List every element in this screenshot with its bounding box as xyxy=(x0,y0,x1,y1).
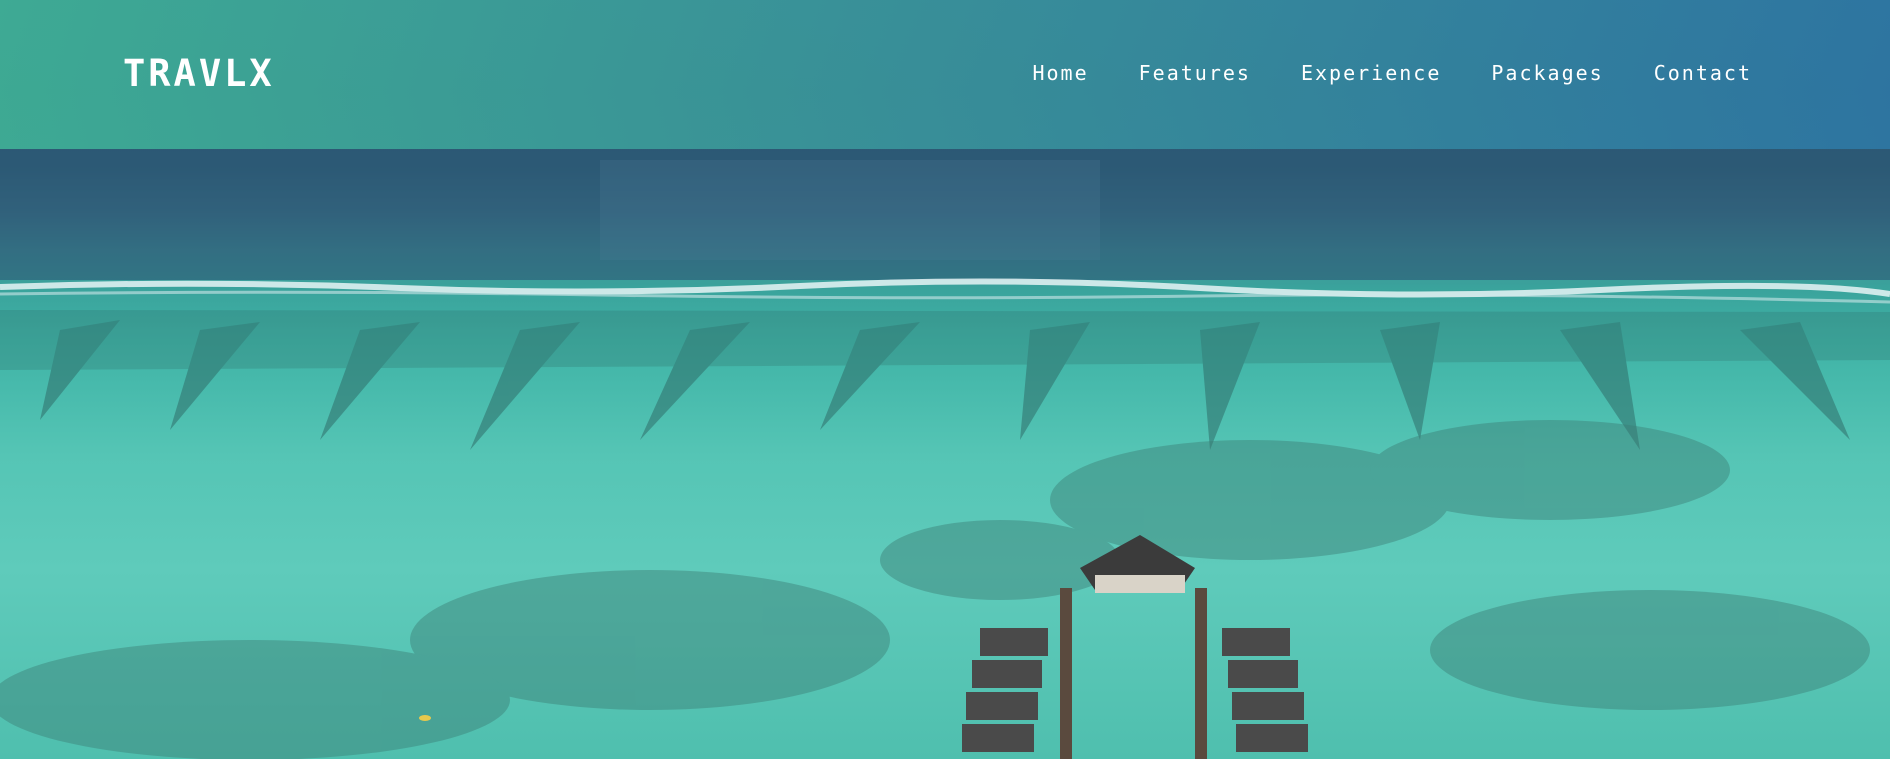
nav-item-packages[interactable]: Packages xyxy=(1491,61,1603,85)
top-navbar: TRAVLX Home Features Experience Packages… xyxy=(0,0,1890,149)
nav-item-experience[interactable]: Experience xyxy=(1301,61,1441,85)
nav-item-features[interactable]: Features xyxy=(1139,61,1251,85)
nav-item-contact[interactable]: Contact xyxy=(1654,61,1752,85)
small-boat xyxy=(419,715,431,721)
main-navigation: Home Features Experience Packages Contac… xyxy=(1032,61,1752,85)
nav-item-home[interactable]: Home xyxy=(1032,61,1088,85)
brand-logo[interactable]: TRAVLX xyxy=(123,52,275,95)
landing-page: TRAVLX Home Features Experience Packages… xyxy=(0,0,1890,759)
